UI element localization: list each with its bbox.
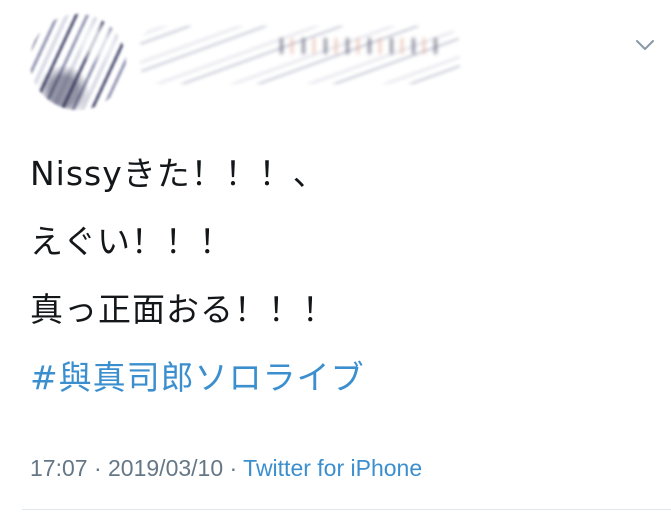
tweet-line: えぐい！！！ bbox=[30, 222, 234, 261]
tweet-header bbox=[0, 0, 671, 120]
author-name-redacted[interactable] bbox=[140, 26, 460, 84]
tweet-text: Nissyきた！！！、 えぐい！！！ 真っ正面おる！！！ #與真司郎ソロライブ bbox=[30, 140, 650, 412]
hashtag-link[interactable]: #與真司郎ソロライブ bbox=[30, 358, 365, 397]
tweet-line: Nissyきた！！！、 bbox=[30, 154, 327, 193]
tweet-date[interactable]: 2019/03/10 bbox=[108, 455, 223, 481]
chevron-down-icon bbox=[636, 40, 654, 50]
meta-separator: · bbox=[87, 455, 109, 481]
meta-separator: · bbox=[223, 455, 244, 481]
more-options-button[interactable] bbox=[632, 32, 658, 58]
source-link[interactable]: Twitter for iPhone bbox=[243, 455, 422, 481]
hashtag-line: #與真司郎ソロライブ bbox=[30, 344, 650, 412]
tweet-line: 真っ正面おる！！！ bbox=[30, 290, 336, 329]
tweet-meta: 17:07 · 2019/03/10 · Twitter for iPhone bbox=[30, 451, 422, 485]
avatar[interactable] bbox=[30, 14, 126, 110]
tweet-time[interactable]: 17:07 bbox=[30, 455, 88, 481]
divider bbox=[22, 509, 671, 510]
